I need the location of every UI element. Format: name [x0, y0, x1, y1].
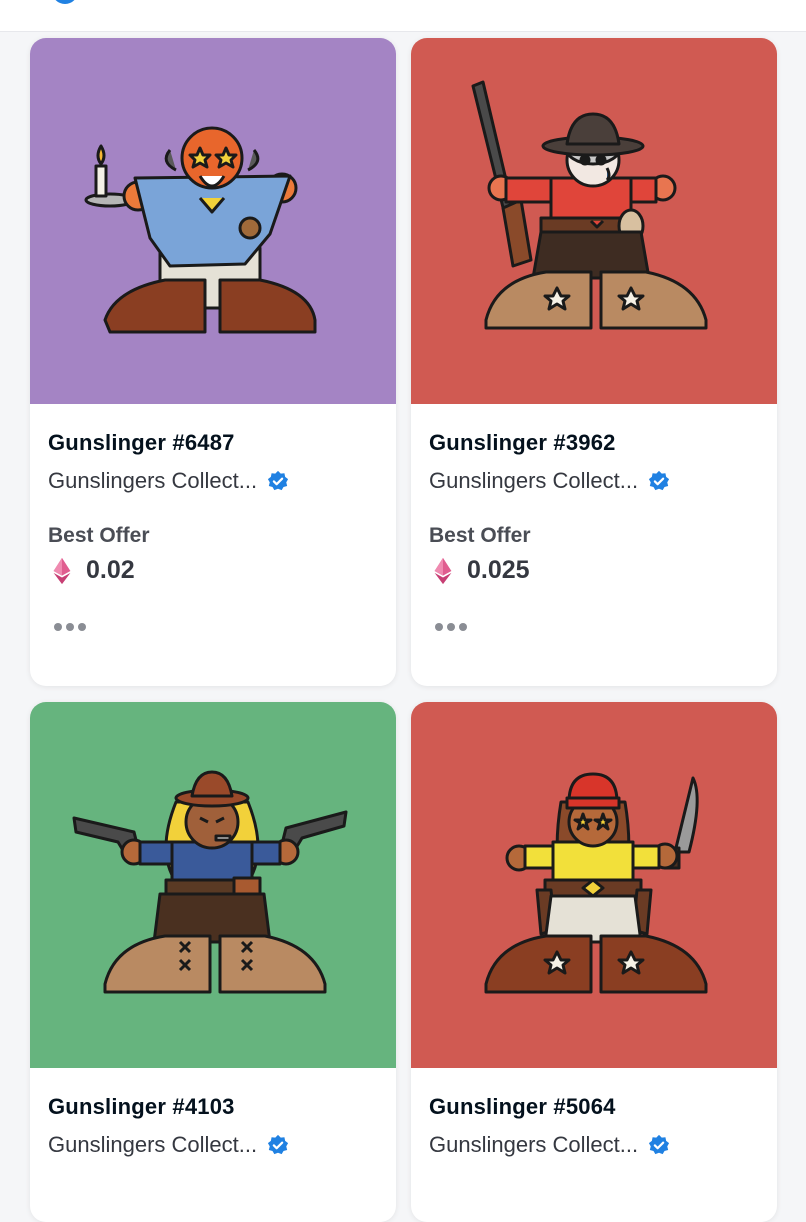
card-info: Gunslinger #6487 Gunslingers Collect... … [30, 404, 396, 631]
verified-badge-icon [268, 470, 289, 491]
more-options-icon[interactable] [435, 623, 759, 631]
nft-card[interactable]: Gunslinger #4103 Gunslingers Collect... [30, 702, 396, 1222]
nft-name[interactable]: Gunslinger #4103 [48, 1092, 378, 1122]
nft-name[interactable]: Gunslinger #6487 [48, 428, 378, 458]
nft-artwork-image[interactable] [411, 702, 777, 1068]
card-info: Gunslinger #3962 Gunslingers Collect... … [411, 404, 777, 631]
nft-name[interactable]: Gunslinger #3962 [429, 428, 759, 458]
price-value: 0.025 [467, 556, 530, 584]
nft-artwork-image[interactable] [411, 38, 777, 404]
card-info: Gunslinger #4103 Gunslingers Collect... [30, 1068, 396, 1160]
more-options-icon[interactable] [54, 623, 378, 631]
nft-card[interactable]: Gunslinger #3962 Gunslingers Collect... … [411, 38, 777, 686]
collection-name[interactable]: Gunslingers Collect... [429, 1130, 638, 1160]
nft-artwork-image[interactable] [30, 702, 396, 1068]
collection-row[interactable]: Gunslingers Collect... [48, 1130, 378, 1160]
verified-badge-icon [268, 1134, 289, 1155]
price-value: 0.02 [86, 556, 135, 584]
price-row: 0.02 [48, 556, 378, 585]
card-info: Gunslinger #5064 Gunslingers Collect... [411, 1068, 777, 1160]
nft-card[interactable]: Gunslinger #5064 Gunslingers Collect... [411, 702, 777, 1222]
collection-row[interactable]: Gunslingers Collect... [48, 466, 378, 496]
partial-logo-icon[interactable] [52, 0, 78, 4]
best-offer-label: Best Offer [429, 524, 531, 547]
ethereum-icon [53, 557, 71, 584]
ethereum-icon [434, 557, 452, 584]
top-bar [0, 0, 806, 32]
nft-card[interactable]: Gunslinger #6487 Gunslingers Collect... … [30, 38, 396, 686]
collection-name[interactable]: Gunslingers Collect... [429, 466, 638, 496]
collection-row[interactable]: Gunslingers Collect... [429, 1130, 759, 1160]
nft-artwork-image[interactable] [30, 38, 396, 404]
collection-name[interactable]: Gunslingers Collect... [48, 1130, 257, 1160]
price-row: 0.025 [429, 556, 759, 585]
collection-name[interactable]: Gunslingers Collect... [48, 466, 257, 496]
verified-badge-icon [649, 470, 670, 491]
collection-row[interactable]: Gunslingers Collect... [429, 466, 759, 496]
best-offer-label: Best Offer [48, 524, 150, 547]
verified-badge-icon [649, 1134, 670, 1155]
nft-name[interactable]: Gunslinger #5064 [429, 1092, 759, 1122]
